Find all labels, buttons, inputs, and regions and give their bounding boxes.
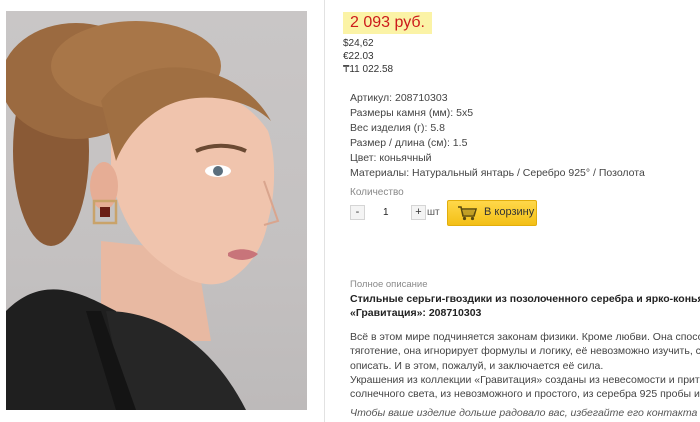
quantity-label: Количество — [350, 187, 404, 198]
description-line: солнечного света, из невозможного и прос… — [350, 388, 700, 401]
price-usd: $24,62 — [343, 38, 374, 49]
spec-color: Цвет: коньячный — [350, 152, 432, 164]
quantity-value[interactable]: 1 — [383, 207, 389, 218]
care-note: Чтобы ваше изделие дольше радовало вас, … — [350, 407, 700, 419]
full-description-label: Полное описание — [350, 279, 428, 290]
description-line: Украшения из коллекции «Гравитация» созд… — [350, 373, 700, 386]
spec-materials: Материалы: Натуральный янтарь / Серебро … — [350, 167, 645, 179]
price-kzt: ₸11 022.58 — [343, 64, 394, 75]
description-line: описать. И в этом, пожалуй, и заключаетс… — [350, 359, 604, 372]
description-body: Всё в этом мире подчиняется законам физи… — [350, 330, 700, 401]
quantity-increase-button[interactable]: + — [411, 205, 426, 220]
description-line: Всё в этом мире подчиняется законам физи… — [350, 331, 700, 343]
spec-stone-size: Размеры камня (мм): 5x5 — [350, 107, 474, 119]
description-title-line: Стильные серьги-гвоздики из позолоченног… — [350, 293, 700, 305]
add-to-cart-button[interactable]: В корзину — [447, 200, 537, 226]
product-specs: Артикул: 208710303 Размеры камня (мм): 5… — [350, 91, 645, 181]
description-title-line: «Гравитация»: 208710303 — [350, 307, 482, 319]
model-portrait — [6, 21, 280, 410]
description-line: тяготение, она игнорирует формулы и логи… — [350, 345, 700, 358]
shopping-cart-icon — [458, 206, 478, 221]
spec-length: Размер / длина (см): 1.5 — [350, 137, 468, 149]
spec-weight: Вес изделия (г): 5.8 — [350, 122, 445, 134]
quantity-unit: шт — [427, 207, 440, 218]
add-to-cart-label: В корзину — [484, 206, 535, 218]
product-photo — [6, 11, 307, 410]
price-eur: €22.03 — [343, 51, 374, 62]
spec-article: Артикул: 208710303 — [350, 92, 448, 104]
price-badge: 2 093 руб. — [343, 12, 432, 34]
column-divider — [324, 0, 325, 422]
quantity-decrease-button[interactable]: - — [350, 205, 365, 220]
description-title: Стильные серьги-гвоздики из позолоченног… — [350, 292, 700, 320]
